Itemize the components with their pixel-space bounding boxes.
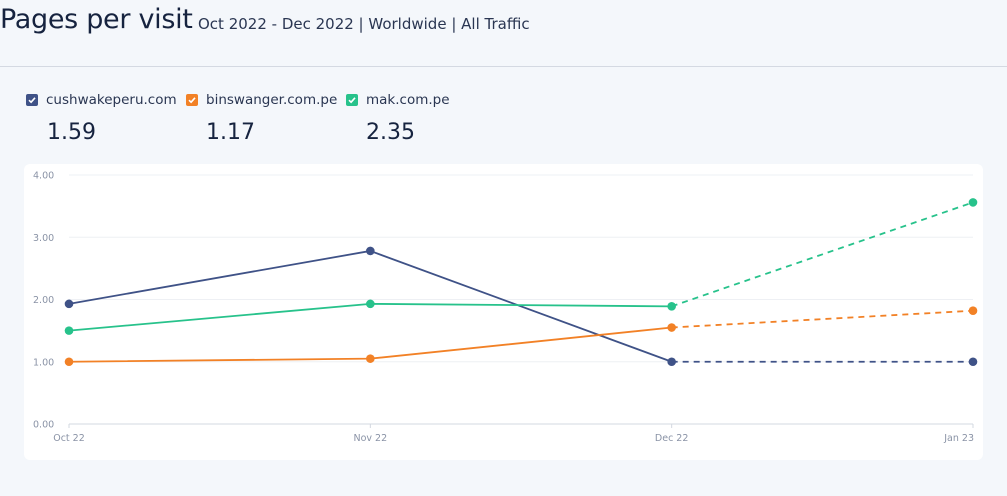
checkbox-checked-icon[interactable] xyxy=(26,94,38,106)
data-point xyxy=(667,302,676,311)
data-point xyxy=(366,246,375,256)
legend-item-cushwakeperu[interactable]: cushwakeperu.com xyxy=(26,91,177,109)
data-point xyxy=(366,299,375,309)
series-line-forecast xyxy=(671,309,974,329)
data-point xyxy=(667,323,676,332)
data-point xyxy=(64,326,74,335)
series-line-forecast xyxy=(671,201,974,308)
x-tick-label: Jan 23 xyxy=(943,433,974,444)
page-header: Pages per visit Oct 2022 - Dec 2022 | Wo… xyxy=(0,0,1007,67)
y-tick-label: 0.00 xyxy=(33,420,54,431)
checkbox-checked-icon[interactable] xyxy=(346,94,358,106)
legend-item-binswanger[interactable]: binswanger.com.pe xyxy=(186,91,337,109)
data-point xyxy=(667,357,676,367)
data-point xyxy=(968,306,978,316)
y-tick-label: 4.00 xyxy=(33,171,54,182)
legend-value: 1.17 xyxy=(206,120,255,145)
checkbox-checked-icon[interactable] xyxy=(186,94,198,106)
line-chart: 0.00 1.00 2.00 3.00 4.00 Oct 22 Nov 22 Dec 22 Ja… xyxy=(33,171,978,444)
y-tick-label: 3.00 xyxy=(33,233,54,244)
x-tick-label: Oct 22 xyxy=(53,433,85,444)
legend-value: 2.35 xyxy=(366,120,415,145)
y-tick-label: 1.00 xyxy=(33,357,54,368)
data-point xyxy=(366,354,375,363)
data-point xyxy=(64,299,74,309)
data-point xyxy=(64,357,74,367)
legend-label: binswanger.com.pe xyxy=(206,92,338,108)
data-point xyxy=(968,198,978,207)
y-tick-label: 2.00 xyxy=(33,295,54,306)
x-tick-label: Nov 22 xyxy=(354,433,388,444)
legend-value: 1.59 xyxy=(47,120,96,145)
page-title: Pages per visit xyxy=(0,4,193,35)
data-point xyxy=(968,357,978,367)
legend-label: mak.com.pe xyxy=(366,92,450,108)
page-subtitle: Oct 2022 - Dec 2022 | Worldwide | All Tr… xyxy=(198,15,530,33)
chart-card: 0.00 1.00 2.00 3.00 4.00 Oct 22 Nov 22 Dec 22 Ja… xyxy=(24,164,983,460)
x-tick-label: Dec 22 xyxy=(655,433,689,444)
legend-item-mak[interactable]: mak.com.pe xyxy=(346,91,450,109)
legend-label: cushwakeperu.com xyxy=(46,92,177,108)
